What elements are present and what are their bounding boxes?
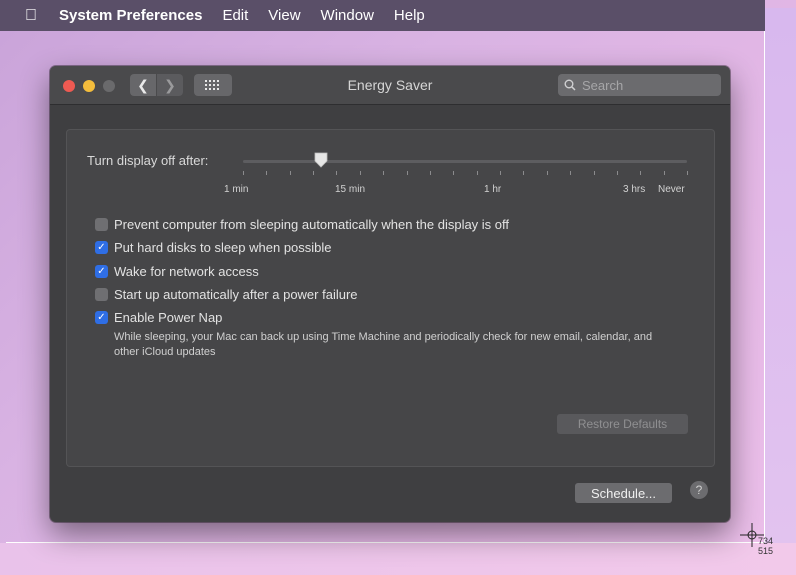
slider-thumb[interactable] [314,152,328,168]
option-label: Start up automatically after a power fai… [114,287,358,302]
slider-tick [313,171,315,175]
slider-tick [336,171,338,175]
slider-tick [546,171,548,175]
cursor-x-readout: 734 [758,536,774,546]
slider-tick [500,171,502,175]
help-button[interactable]: ? [690,481,708,499]
slider-tick [593,171,595,175]
slider-tick [663,171,665,175]
desktop-bottom-strip [0,543,796,575]
slider-tick [640,171,642,175]
search-field[interactable]: Search [558,74,721,96]
slider-tick [359,171,361,175]
option-disk-sleep[interactable]: ✓ Put hard disks to sleep when possible [95,240,332,255]
slider-tick [453,171,455,175]
menu-view[interactable]: View [268,7,300,24]
option-power-nap[interactable]: ✓ Enable Power Nap [95,310,222,325]
tick-label-1min: 1 min [224,184,249,195]
apple-icon[interactable]:  [25,7,41,25]
tick-label-3hrs: 3 hrs [623,184,646,195]
option-wake-network[interactable]: ✓ Wake for network access [95,264,259,279]
display-off-label: Turn display off after: [87,153,209,168]
settings-panel: Turn display off after: 1 min 15 min 1 h… [66,129,715,467]
option-prevent-sleep[interactable]: Prevent computer from sleeping automatic… [95,217,509,232]
slider-tick [243,171,244,175]
slider-tick [570,171,572,175]
slider-tick [523,171,525,175]
checkbox[interactable]: ✓ [95,241,108,254]
menu-help[interactable]: Help [394,7,425,24]
checkbox[interactable] [95,218,108,231]
checkbox[interactable] [95,288,108,301]
checkbox[interactable]: ✓ [95,265,108,278]
energy-saver-window: ❮ ❯ Energy Saver Search Turn display off [50,66,730,522]
option-power-failure[interactable]: Start up automatically after a power fai… [95,287,358,302]
menu-app-name[interactable]: System Preferences [59,7,202,24]
cursor-y-readout: 515 [758,546,774,556]
slider-tick [289,171,291,175]
slider-tick [266,171,268,175]
menu-window[interactable]: Window [321,7,374,24]
desktop-edge [765,8,796,543]
tick-label-never: Never [658,184,685,195]
schedule-button[interactable]: Schedule... [575,483,672,503]
slider-tick [406,171,408,175]
option-label: Wake for network access [114,264,259,279]
power-nap-description: While sleeping, your Mac can back up usi… [114,331,653,358]
option-label: Put hard disks to sleep when possible [114,240,332,255]
slider-tick [616,171,618,175]
checkbox[interactable]: ✓ [95,311,108,324]
slider-ticks [243,171,688,177]
tick-label-15min: 15 min [335,184,366,195]
option-label: Enable Power Nap [114,310,223,325]
menu-bar:  System Preferences Edit View Window He… [0,0,765,31]
option-label: Prevent computer from sleeping automatic… [114,217,510,232]
display-sleep-slider[interactable] [243,160,687,163]
slider-tick [429,171,431,175]
menu-edit[interactable]: Edit [222,7,248,24]
slider-tick [383,171,385,175]
cursor-coordinates: 734 515 [758,536,773,556]
search-placeholder: Search [582,77,624,93]
slider-tick [476,171,478,175]
restore-defaults-button[interactable]: Restore Defaults [557,414,688,434]
search-icon [564,79,576,91]
tick-label-1hr: 1 hr [484,184,502,195]
title-bar: ❮ ❯ Energy Saver Search [50,66,730,105]
slider-tick [687,171,688,175]
